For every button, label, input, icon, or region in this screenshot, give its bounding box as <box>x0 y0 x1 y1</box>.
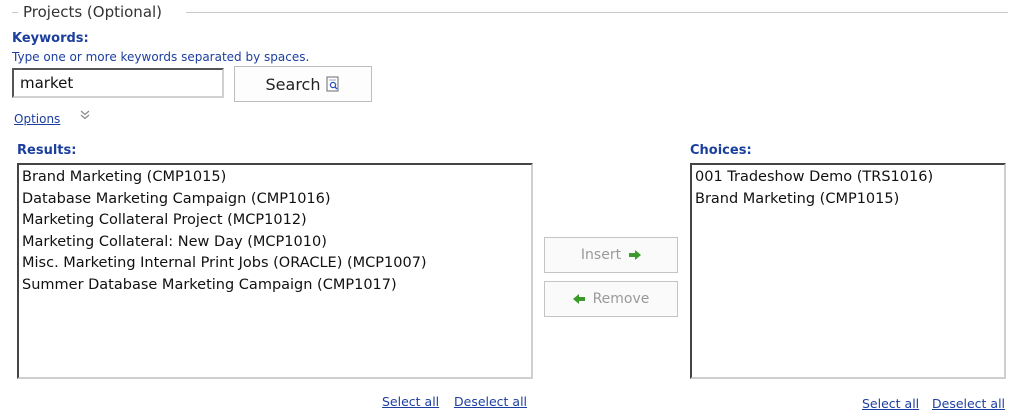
remove-button[interactable]: Remove <box>544 281 678 317</box>
arrow-right-icon <box>629 250 642 260</box>
results-option[interactable]: Summer Database Marketing Campaign (CMP1… <box>21 275 529 297</box>
results-listbox[interactable]: Brand Marketing (CMP1015) Database Marke… <box>17 163 533 379</box>
arrow-left-icon <box>572 294 585 304</box>
results-deselect-all-link[interactable]: Deselect all <box>454 394 527 409</box>
results-label: Results: <box>17 143 77 158</box>
choices-select-all-link[interactable]: Select all <box>862 396 919 411</box>
results-option[interactable]: Database Marketing Campaign (CMP1016) <box>21 189 529 211</box>
results-option[interactable]: Marketing Collateral: New Day (MCP1010) <box>21 232 529 254</box>
insert-button[interactable]: Insert <box>544 237 678 273</box>
chevron-down-double-icon[interactable] <box>80 110 90 123</box>
document-search-icon <box>326 76 339 92</box>
search-button-label: Search <box>265 74 321 94</box>
choices-label: Choices: <box>690 143 752 158</box>
choices-option[interactable]: Brand Marketing (CMP1015) <box>694 189 1002 211</box>
remove-button-label: Remove <box>592 291 650 307</box>
keywords-label: Keywords: <box>12 31 89 46</box>
choices-listbox[interactable]: 001 Tradeshow Demo (TRS1016) Brand Marke… <box>690 163 1006 379</box>
results-option[interactable]: Misc. Marketing Internal Print Jobs (ORA… <box>21 253 529 275</box>
fieldset-border <box>186 12 1008 13</box>
insert-button-label: Insert <box>580 247 622 263</box>
search-button[interactable]: Search <box>234 66 372 102</box>
results-select-all-link[interactable]: Select all <box>382 394 439 409</box>
keywords-hint: Type one or more keywords separated by s… <box>12 50 310 64</box>
results-option[interactable]: Marketing Collateral Project (MCP1012) <box>21 210 529 232</box>
choices-deselect-all-link[interactable]: Deselect all <box>932 396 1005 411</box>
fieldset-border-left <box>12 12 18 13</box>
results-option[interactable]: Brand Marketing (CMP1015) <box>21 167 529 189</box>
options-link[interactable]: Options <box>14 112 60 126</box>
keywords-input[interactable] <box>12 68 224 98</box>
fieldset-legend: Projects (Optional) <box>20 3 166 21</box>
choices-option[interactable]: 001 Tradeshow Demo (TRS1016) <box>694 167 1002 189</box>
